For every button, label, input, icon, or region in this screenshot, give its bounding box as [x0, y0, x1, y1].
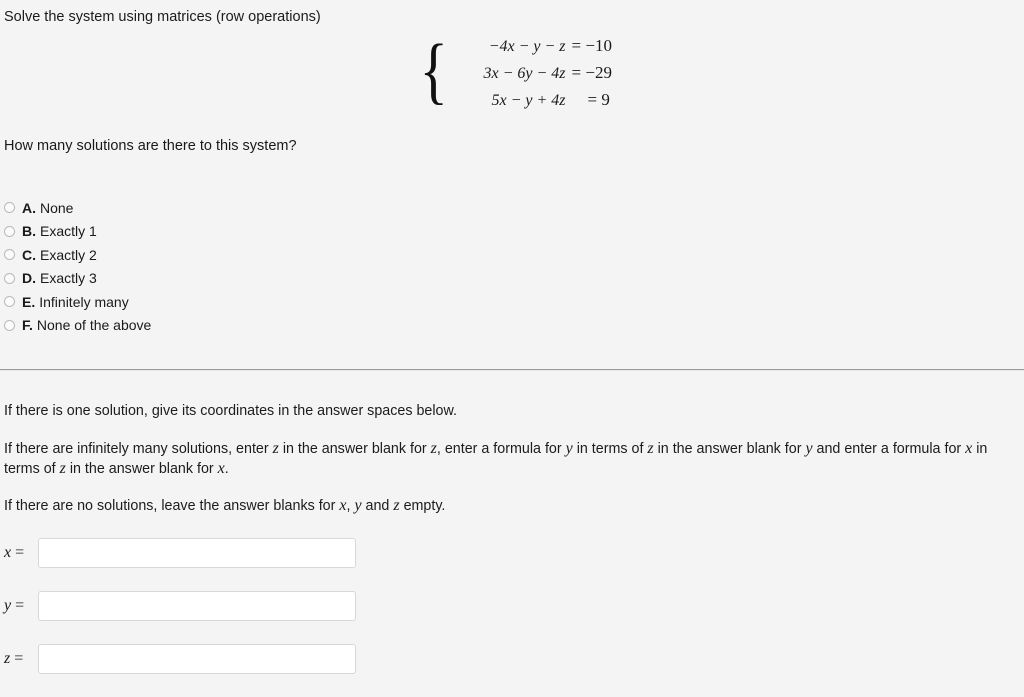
radio-icon[interactable] [4, 225, 15, 237]
text-part: and [361, 497, 394, 514]
option-letter: E. [22, 293, 36, 310]
equation-rhs: = 9 [587, 90, 610, 109]
answer-row-x: x = [4, 538, 356, 568]
text-part: in the answer blank for [653, 440, 806, 457]
radio-icon[interactable] [4, 296, 15, 308]
instruction-infinite-solutions: If there are infinitely many solutions, … [4, 439, 1020, 480]
option-a[interactable]: A. None [4, 196, 151, 220]
equation-lhs: 3x − 6y − 4z [483, 65, 566, 82]
equation-row: −4x − y − z = −10 [454, 36, 650, 63]
option-label: None [40, 199, 74, 216]
equation-row: 3x − 6y − 4z = −29 [454, 63, 650, 90]
equation-rhs: = −29 [571, 63, 612, 82]
option-c[interactable]: C. Exactly 2 [4, 243, 151, 267]
exercise-page: Solve the system using matrices (row ope… [0, 0, 1024, 685]
answer-fields: x = y = z = [4, 538, 356, 697]
option-letter: B. [22, 223, 36, 240]
answer-row-z: z = [4, 644, 356, 674]
text-part: If there are no solutions, leave the ans… [4, 497, 340, 514]
answer-input-z[interactable] [38, 644, 356, 674]
option-d[interactable]: D. Exactly 3 [4, 267, 151, 291]
math-var: y [805, 439, 813, 457]
answer-label-z: z = [4, 650, 38, 668]
radio-icon[interactable] [4, 249, 15, 261]
radio-icon[interactable] [4, 319, 15, 331]
section-divider [0, 369, 1024, 371]
text-part: in terms of [572, 440, 648, 457]
text-part: empty. [399, 497, 446, 514]
answer-label-y: y = [4, 597, 38, 615]
equation-rhs: = −10 [571, 36, 612, 55]
option-letter: F. [22, 317, 33, 334]
equation-system: { −4x − y − z = −10 3x − 6y − 4z = −29 5… [416, 30, 650, 117]
answer-equals: = [11, 544, 25, 561]
text-part: in the answer blank for [65, 461, 218, 477]
math-var: y [565, 439, 573, 457]
instructions-block: If there is one solution, give its coord… [4, 402, 1020, 533]
equation-lhs: 5x − y + 4z [491, 92, 566, 109]
radio-icon[interactable] [4, 202, 15, 214]
question-text: How many solutions are there to this sys… [4, 138, 297, 154]
text-part: in the answer blank for [278, 440, 431, 457]
answer-equals: = [10, 650, 24, 667]
equation-rows: −4x − y − z = −10 3x − 6y − 4z = −29 5x … [450, 36, 650, 117]
radio-icon[interactable] [4, 272, 15, 284]
answer-row-y: y = [4, 591, 356, 621]
option-b[interactable]: B. Exactly 1 [4, 220, 151, 244]
equation-lhs: −4x − y − z [488, 38, 566, 55]
answer-input-x[interactable] [38, 538, 356, 568]
page-title: Solve the system using matrices (row ope… [4, 9, 321, 25]
option-e[interactable]: E. Infinitely many [4, 290, 151, 314]
equation-row: 5x − y + 4z = 9 [454, 90, 650, 117]
math-var: y [354, 496, 362, 514]
text-part: . [224, 461, 229, 477]
answer-input-y[interactable] [38, 591, 356, 621]
option-label: None of the above [36, 317, 152, 334]
option-label: Exactly 3 [40, 270, 97, 287]
option-letter: A. [22, 199, 36, 216]
instruction-no-solutions: If there are no solutions, leave the ans… [4, 496, 1020, 517]
text-part: , enter a formula for [436, 440, 566, 457]
math-var: x [217, 460, 225, 477]
option-letter: C. [22, 246, 36, 263]
instruction-one-solution: If there is one solution, give its coord… [4, 403, 457, 419]
option-label: Exactly 2 [40, 246, 97, 263]
answer-equals: = [11, 597, 25, 614]
system-brace: { [419, 30, 448, 112]
option-label: Infinitely many [39, 293, 129, 310]
text-part: and enter a formula for [812, 440, 966, 457]
answer-label-x: x = [4, 544, 38, 562]
text-part: If there are infinitely many solutions, … [4, 440, 273, 457]
answer-options-list: A. None B. Exactly 1 C. Exactly 2 D. Exa… [4, 196, 151, 337]
option-label: Exactly 1 [40, 223, 97, 240]
option-f[interactable]: F. None of the above [4, 314, 151, 338]
option-letter: D. [22, 270, 36, 287]
